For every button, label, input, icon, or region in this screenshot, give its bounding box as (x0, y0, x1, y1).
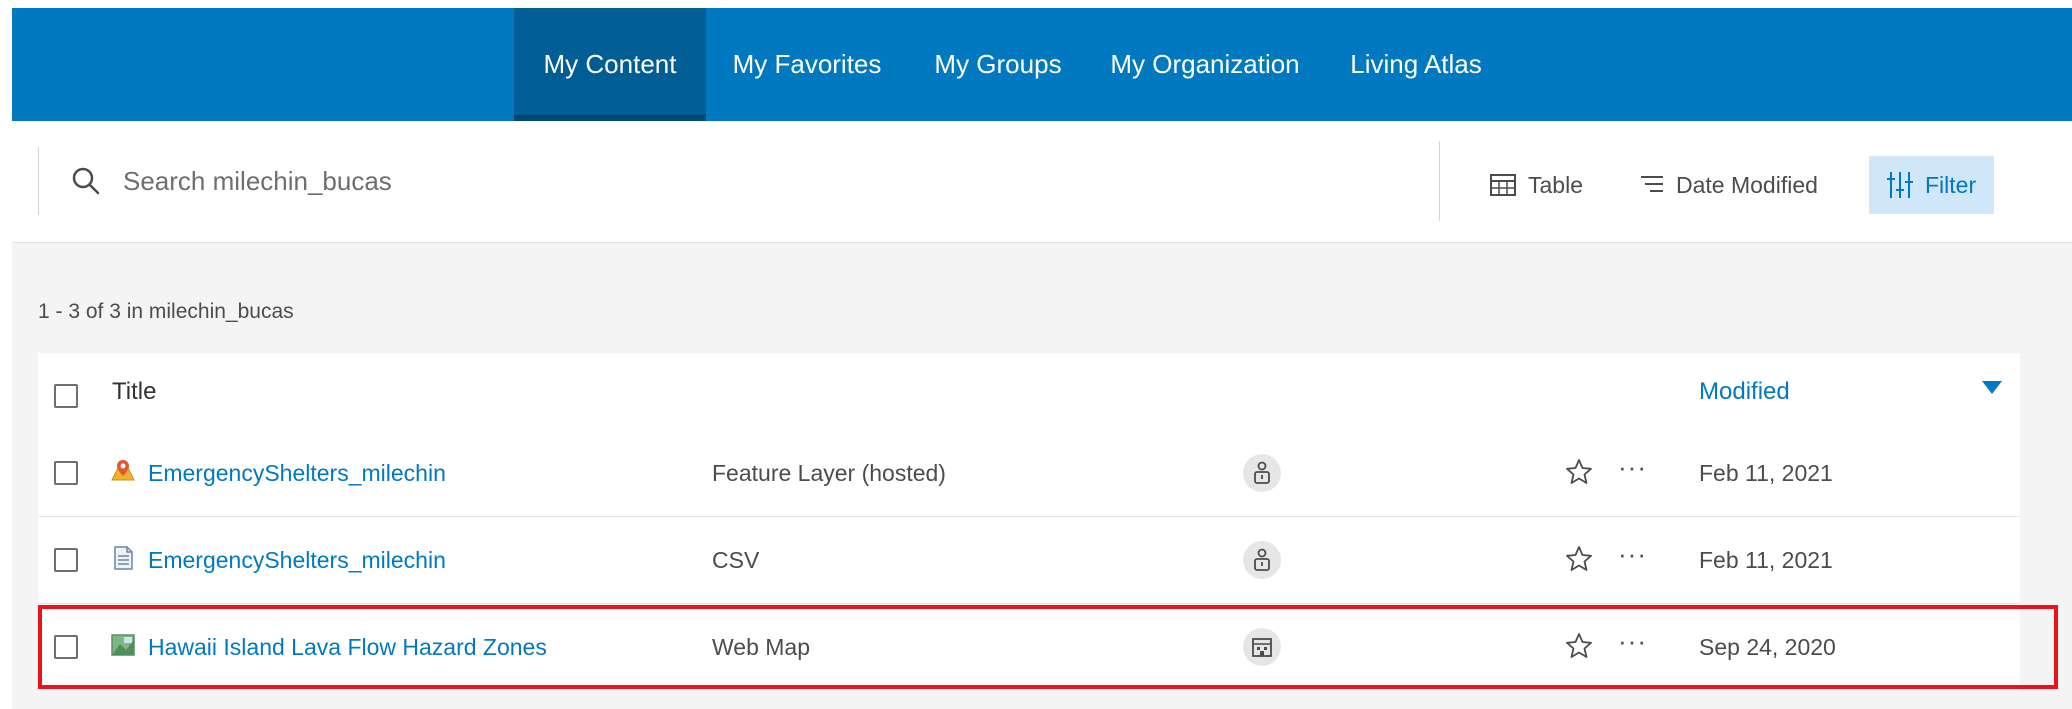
filter-button[interactable]: Filter (1869, 156, 1995, 214)
content-nav-bar: My Content My Favorites My Groups My Org… (12, 8, 2072, 121)
item-type: Web Map (712, 634, 811, 660)
row-checkbox[interactable] (54, 548, 78, 572)
table-row: EmergencyShelters_milechin Feature Layer… (38, 430, 2020, 517)
sort-label: Date Modified (1676, 171, 1818, 198)
item-modified-date: Feb 11, 2021 (1699, 460, 1833, 486)
sort-icon (1641, 176, 1663, 192)
column-header-title[interactable]: Title (112, 378, 156, 406)
item-type: CSV (712, 547, 760, 573)
table-row: EmergencyShelters_milechin CSV ··· Feb 1… (38, 517, 2020, 604)
tab-living-atlas[interactable]: Living Atlas (1322, 8, 1510, 121)
column-header-modified[interactable]: Modified (1699, 378, 1790, 406)
organization-building-icon (1243, 628, 1281, 666)
table-icon (1490, 174, 1516, 196)
private-lock-icon (1243, 454, 1281, 492)
more-options-icon[interactable]: ··· (1618, 452, 1647, 483)
toolbar: Table Date Modified Filter (12, 121, 2072, 243)
table-view-button[interactable]: Table (1490, 156, 1583, 214)
sort-button[interactable]: Date Modified (1640, 156, 1818, 214)
tab-my-organization[interactable]: My Organization (1088, 8, 1322, 121)
favorite-star-icon[interactable] (1564, 631, 1594, 661)
item-title-link[interactable]: EmergencyShelters_milechin (148, 547, 446, 574)
private-lock-icon (1243, 541, 1281, 579)
search-box (38, 147, 1439, 215)
search-input[interactable] (121, 164, 1325, 198)
filter-icon (1887, 172, 1913, 198)
tab-my-favorites[interactable]: My Favorites (706, 8, 908, 121)
table-view-label: Table (1528, 171, 1583, 198)
content-page: My Content My Favorites My Groups My Org… (12, 8, 2072, 709)
select-all-checkbox[interactable] (54, 384, 78, 408)
filter-label: Filter (1925, 171, 1977, 198)
favorite-star-icon[interactable] (1564, 544, 1594, 574)
results-count: 1 - 3 of 3 in milechin_bucas (38, 300, 294, 323)
item-type: Feature Layer (hosted) (712, 460, 946, 486)
sort-descending-icon[interactable] (1982, 381, 2002, 394)
item-modified-date: Feb 11, 2021 (1699, 547, 1833, 573)
search-icon[interactable] (69, 164, 103, 198)
tab-my-content[interactable]: My Content (514, 8, 706, 121)
table-row: Hawaii Island Lava Flow Hazard Zones Web… (38, 604, 2020, 690)
item-title-link[interactable]: Hawaii Island Lava Flow Hazard Zones (148, 634, 547, 661)
toolbar-divider (1439, 141, 1440, 221)
csv-file-icon (114, 546, 133, 570)
table-header: Title Modified (38, 353, 2020, 430)
row-checkbox[interactable] (54, 635, 78, 659)
item-modified-date: Sep 24, 2020 (1699, 634, 1836, 660)
more-options-icon[interactable]: ··· (1618, 626, 1647, 657)
row-checkbox[interactable] (54, 461, 78, 485)
content-table: Title Modified EmergencyShelters_milechi… (38, 353, 2020, 690)
more-options-icon[interactable]: ··· (1618, 539, 1647, 570)
favorite-star-icon[interactable] (1564, 457, 1594, 487)
item-title-link[interactable]: EmergencyShelters_milechin (148, 460, 446, 487)
web-map-icon (111, 634, 135, 656)
feature-layer-icon (111, 460, 135, 481)
tab-my-groups[interactable]: My Groups (908, 8, 1088, 121)
